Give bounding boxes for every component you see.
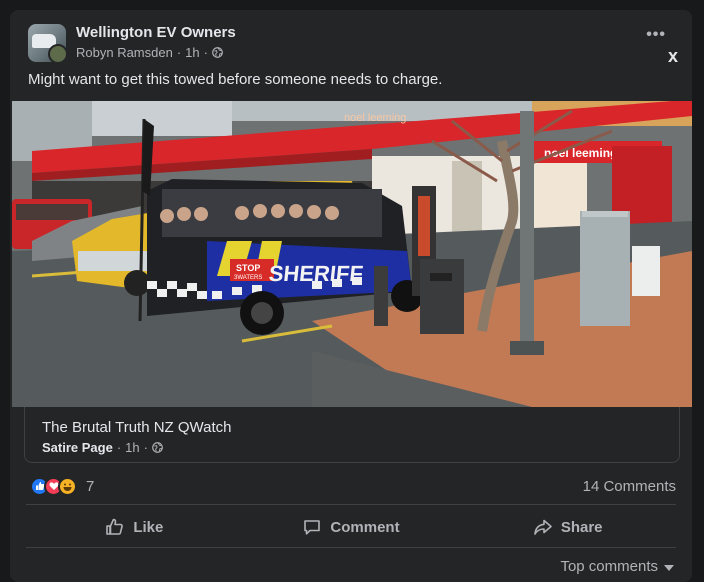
globe-icon — [152, 442, 163, 453]
divider-top — [26, 504, 676, 505]
shared-timestamp[interactable]: 1h — [125, 440, 139, 455]
shared-page-title[interactable]: The Brutal Truth NZ QWatch — [42, 419, 232, 436]
share-arrow-icon — [534, 519, 552, 535]
comment-label: Comment — [330, 518, 400, 536]
reaction-summary[interactable]: 7 — [30, 476, 94, 496]
like-label: Like — [133, 518, 164, 536]
post-timestamp[interactable]: 1h — [185, 45, 199, 60]
sort-label: Top comments — [560, 558, 658, 575]
chevron-down-icon — [664, 564, 674, 571]
stop-sub-text: 3WATERS — [234, 275, 262, 281]
globe-icon — [212, 47, 223, 58]
shared-link-preview[interactable]: The Brutal Truth NZ QWatch Satire Page ·… — [24, 407, 680, 463]
meta-separator: · — [143, 440, 148, 455]
post-message: Might want to get this towed before some… — [28, 71, 443, 88]
share-button[interactable]: Share — [459, 509, 676, 545]
comment-sort-dropdown[interactable]: Top comments — [560, 558, 674, 575]
divider-bottom — [26, 547, 676, 548]
post-photo[interactable]: noel leeming noel leeming STOP 3WATERS S… — [12, 101, 692, 407]
close-icon[interactable]: x — [668, 46, 678, 67]
comment-button[interactable]: Comment — [243, 509, 460, 545]
stop-sign-text: STOP — [236, 263, 260, 273]
more-options-icon[interactable]: ••• — [646, 26, 666, 44]
group-name-link[interactable]: Wellington EV Owners — [76, 24, 236, 41]
author-name-link[interactable]: Robyn Ramsden — [76, 45, 173, 60]
group-avatar[interactable] — [28, 24, 66, 62]
shared-page-meta: Satire Page · 1h · — [42, 440, 163, 455]
van-sheriff-text: SHERIFF — [268, 261, 365, 286]
post-meta: Robyn Ramsden · 1h · — [76, 45, 223, 60]
meta-separator: · — [116, 440, 122, 455]
like-button[interactable]: Like — [26, 509, 243, 545]
haha-reaction-icon — [58, 476, 77, 496]
photo-scene: noel leeming noel leeming STOP 3WATERS S… — [12, 101, 692, 407]
thumbs-up-icon — [106, 518, 124, 535]
post-header: Wellington EV Owners Robyn Ramsden · 1h … — [28, 22, 680, 67]
shared-page-type[interactable]: Satire Page — [42, 440, 113, 455]
post-card: Wellington EV Owners Robyn Ramsden · 1h … — [10, 10, 692, 582]
meta-separator: · — [203, 45, 208, 60]
post-actions-bar: Like Comment Share — [26, 509, 676, 545]
reaction-count: 7 — [86, 477, 95, 495]
comment-bubble-icon — [304, 520, 321, 535]
comments-count-link[interactable]: 14 Comments — [583, 478, 676, 495]
meta-separator: · — [176, 45, 182, 60]
author-avatar[interactable] — [48, 44, 66, 62]
share-label: Share — [560, 518, 603, 536]
awning-sign-text: noel leeming — [344, 112, 406, 124]
